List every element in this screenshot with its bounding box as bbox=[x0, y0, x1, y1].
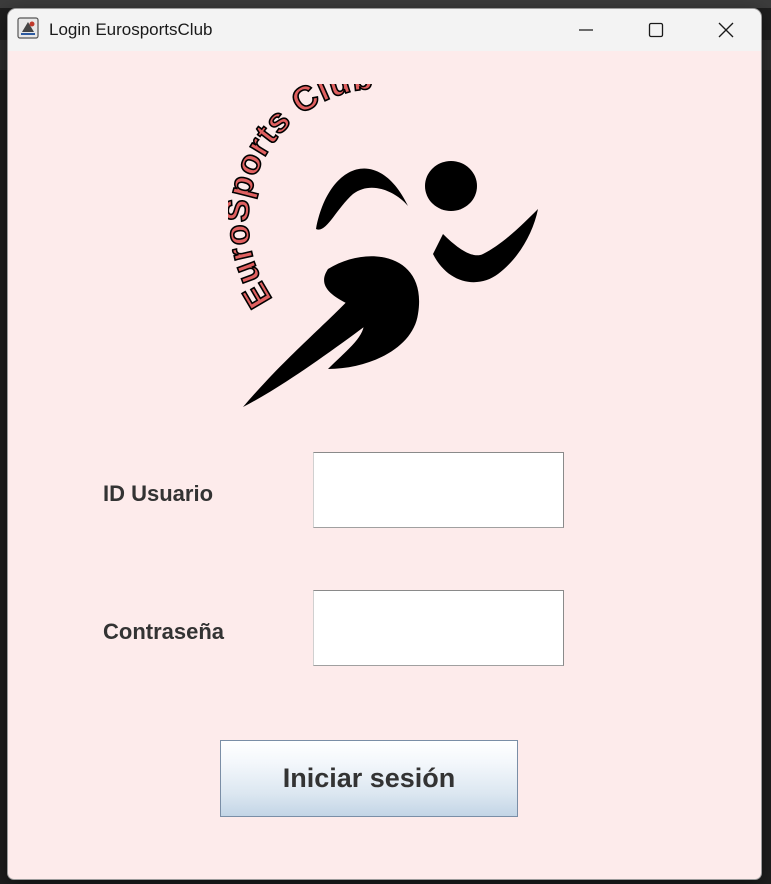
maximize-icon bbox=[648, 22, 664, 38]
password-label: Contraseña bbox=[103, 619, 225, 644]
close-icon bbox=[718, 22, 734, 38]
minimize-button[interactable] bbox=[551, 9, 621, 51]
user-id-label: ID Usuario bbox=[103, 481, 214, 506]
title-bar: Login EurosportsClub bbox=[8, 9, 761, 51]
window-title: Login EurosportsClub bbox=[49, 20, 213, 39]
close-button[interactable] bbox=[691, 9, 761, 51]
user-id-input[interactable] bbox=[313, 452, 564, 528]
login-window: Login EurosportsClub EuroSports Club bbox=[8, 9, 761, 879]
java-app-icon bbox=[17, 17, 39, 39]
maximize-button[interactable] bbox=[621, 9, 691, 51]
minimize-icon bbox=[579, 29, 593, 31]
password-input[interactable] bbox=[313, 590, 564, 666]
login-button[interactable]: Iniciar sesión bbox=[220, 740, 518, 817]
runner-icon bbox=[243, 161, 538, 407]
eurosports-club-logo: EuroSports Club bbox=[228, 84, 538, 407]
background-topbar bbox=[0, 0, 771, 8]
